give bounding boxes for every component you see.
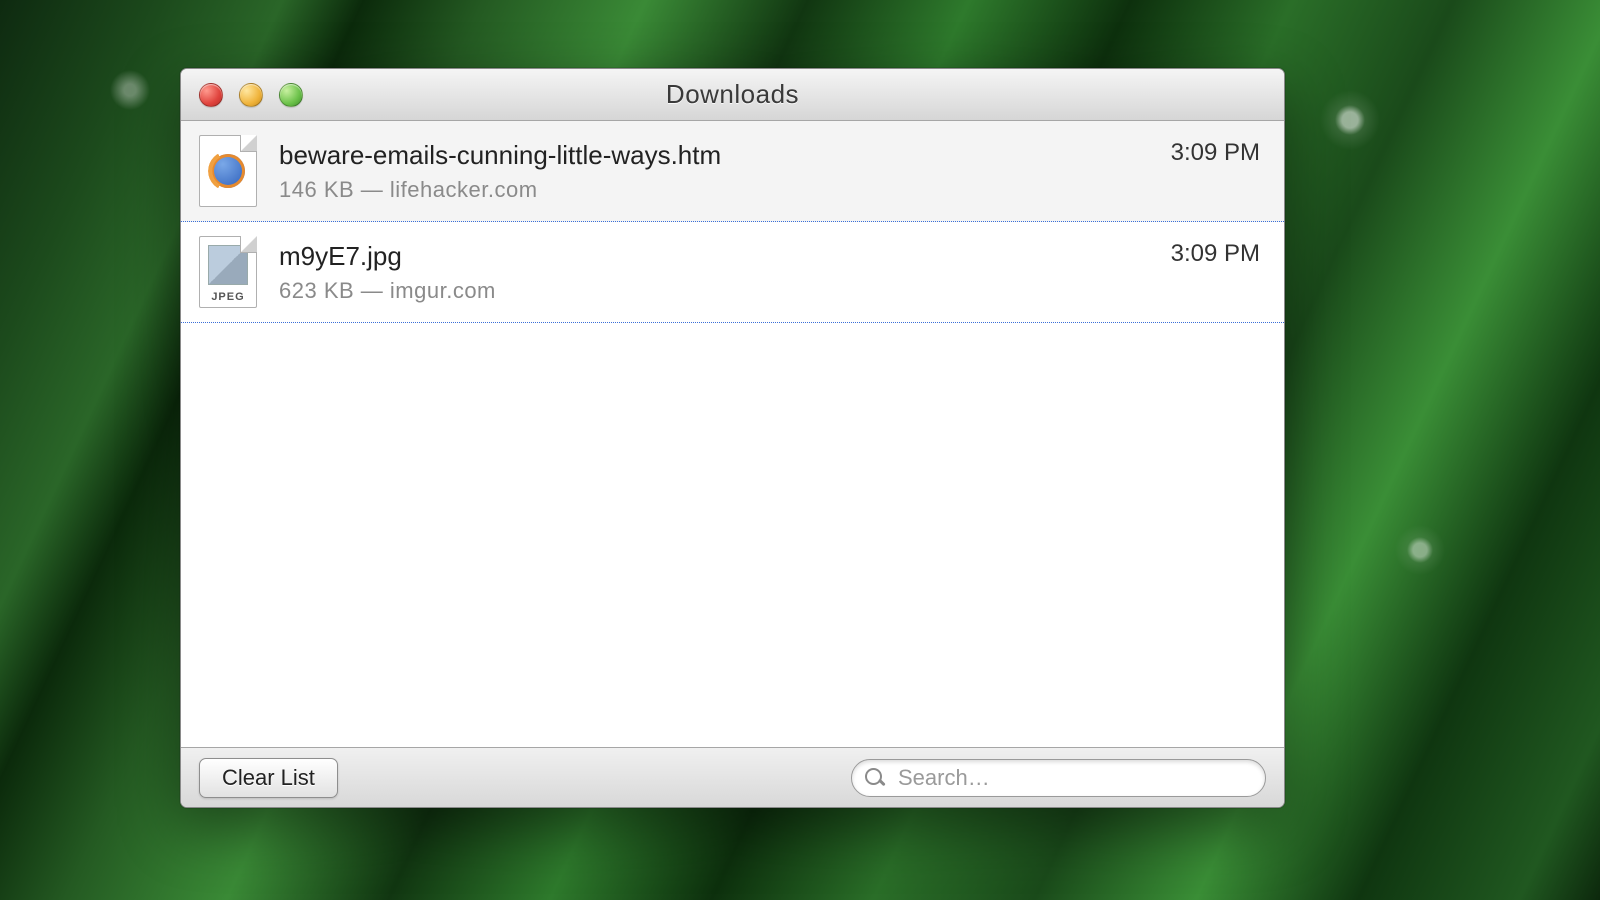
download-row[interactable]: JPEG m9yE7.jpg 623 KB — imgur.com 3:09 P… [181,222,1284,323]
zoom-window-button[interactable] [279,83,303,107]
download-time: 3:09 PM [1171,139,1260,167]
downloads-list[interactable]: beware-emails-cunning-little-ways.htm 14… [181,121,1284,747]
titlebar[interactable]: Downloads [181,69,1284,121]
download-row-text: beware-emails-cunning-little-ways.htm 14… [279,140,1133,203]
jpeg-file-icon: JPEG [199,236,257,308]
desktop-wallpaper: Downloads beware-emails-cunning-little-w… [0,0,1600,900]
search-field-wrapper [851,759,1266,797]
search-input[interactable] [851,759,1266,797]
download-time: 3:09 PM [1171,240,1260,268]
window-controls [199,83,303,107]
downloads-window: Downloads beware-emails-cunning-little-w… [180,68,1285,808]
download-filename: beware-emails-cunning-little-ways.htm [279,140,1133,171]
download-meta: 623 KB — imgur.com [279,278,1133,304]
download-row[interactable]: beware-emails-cunning-little-ways.htm 14… [181,121,1284,222]
close-window-button[interactable] [199,83,223,107]
download-row-text: m9yE7.jpg 623 KB — imgur.com [279,241,1133,304]
html-file-icon [199,135,257,207]
download-meta: 146 KB — lifehacker.com [279,177,1133,203]
search-icon [865,768,885,788]
window-title: Downloads [666,79,799,110]
clear-list-button[interactable]: Clear List [199,758,338,798]
download-filename: m9yE7.jpg [279,241,1133,272]
minimize-window-button[interactable] [239,83,263,107]
bottom-toolbar: Clear List [181,747,1284,807]
